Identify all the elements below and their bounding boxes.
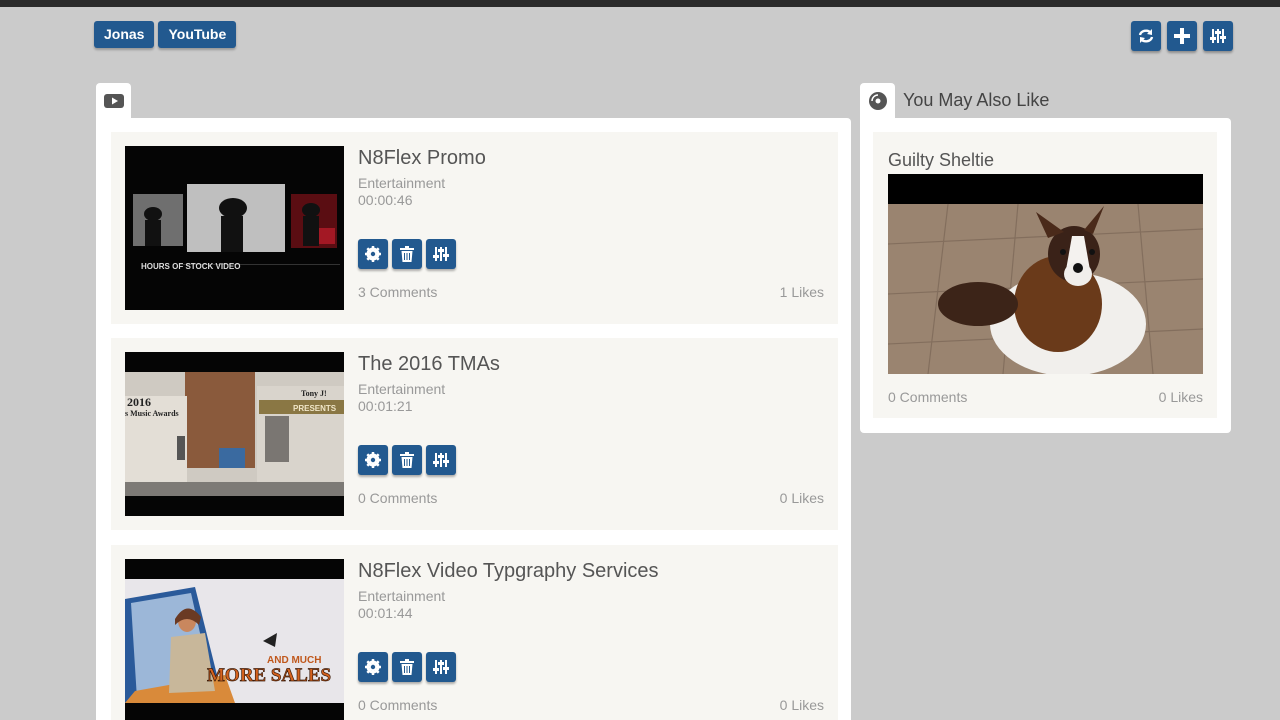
settings-button[interactable] [358, 652, 388, 682]
delete-button[interactable] [392, 239, 422, 269]
comments-count[interactable]: 0 Comments [358, 490, 437, 506]
sliders-icon [433, 453, 449, 467]
related-video-thumbnail[interactable] [888, 174, 1203, 374]
add-button[interactable] [1167, 21, 1197, 51]
video-actions [358, 652, 456, 682]
gear-icon [365, 452, 381, 468]
thumbnail-caption: HOURS OF STOCK VIDEO [141, 262, 240, 271]
disc-icon [868, 92, 887, 110]
video-card: 2016 s Music Awards Tony J! PRESENTS The… [111, 338, 838, 530]
video-duration: 00:01:44 [358, 605, 413, 621]
plus-icon [1174, 28, 1190, 44]
thumbnail-caption: MORE SALES [207, 665, 331, 686]
video-thumbnail[interactable]: HOURS OF STOCK VIDEO [125, 146, 344, 310]
adjust-button[interactable] [426, 239, 456, 269]
video-title[interactable]: N8Flex Promo [358, 147, 486, 170]
comments-count[interactable]: 3 Comments [358, 284, 437, 300]
related-panel-tab[interactable] [860, 83, 895, 119]
delete-button[interactable] [392, 445, 422, 475]
likes-count[interactable]: 1 Likes [780, 284, 824, 300]
likes-count[interactable]: 0 Likes [780, 490, 824, 506]
trash-icon [400, 659, 414, 675]
thumbnail-caption: s Music Awards [125, 409, 179, 418]
breadcrumb-jonas[interactable]: Jonas [94, 21, 155, 48]
adjust-button[interactable] [426, 445, 456, 475]
video-duration: 00:00:46 [358, 192, 413, 208]
thumbnail-caption: PRESENTS [293, 404, 337, 413]
video-thumbnail[interactable]: AND MUCH MORE SALES [125, 559, 344, 720]
videos-panel: HOURS OF STOCK VIDEO N8Flex Promo Entert… [96, 118, 851, 720]
video-thumbnail[interactable]: 2016 s Music Awards Tony J! PRESENTS [125, 352, 344, 516]
video-actions [358, 445, 456, 475]
comments-count[interactable]: 0 Comments [358, 697, 437, 713]
delete-button[interactable] [392, 652, 422, 682]
related-video-title[interactable]: Guilty Sheltie [888, 150, 994, 171]
gear-icon [365, 246, 381, 262]
gear-icon [365, 659, 381, 675]
trash-icon [400, 452, 414, 468]
filter-button[interactable] [1203, 21, 1233, 51]
video-category: Entertainment [358, 175, 446, 191]
refresh-icon [1138, 29, 1154, 43]
video-category: Entertainment [358, 381, 446, 397]
video-category: Entertainment [358, 588, 446, 604]
video-card: HOURS OF STOCK VIDEO N8Flex Promo Entert… [111, 132, 838, 324]
video-actions [358, 239, 456, 269]
thumbnail-caption: 2016 [127, 395, 151, 409]
video-duration: 00:01:21 [358, 398, 413, 414]
settings-button[interactable] [358, 239, 388, 269]
settings-button[interactable] [358, 445, 388, 475]
youtube-icon [103, 94, 124, 108]
breadcrumb-youtube[interactable]: YouTube [158, 21, 237, 48]
sliders-icon [1210, 29, 1226, 43]
related-likes-count[interactable]: 0 Likes [1159, 389, 1203, 405]
refresh-button[interactable] [1131, 21, 1161, 51]
likes-count[interactable]: 0 Likes [780, 697, 824, 713]
thumbnail-caption: Tony J! [301, 389, 327, 398]
video-title[interactable]: The 2016 TMAs [358, 353, 500, 376]
videos-panel-tab[interactable] [96, 83, 131, 119]
related-card: Guilty Sheltie 0 Comments 0 Likes [873, 132, 1217, 418]
related-title: You May Also Like [903, 90, 1050, 110]
video-card: AND MUCH MORE SALES N8Flex Video Typgrap… [111, 545, 838, 720]
trash-icon [400, 246, 414, 262]
related-comments-count[interactable]: 0 Comments [888, 389, 967, 405]
top-bar [0, 0, 1280, 7]
breadcrumb: Jonas YouTube [94, 21, 237, 48]
video-title[interactable]: N8Flex Video Typgraphy Services [358, 560, 659, 583]
adjust-button[interactable] [426, 652, 456, 682]
sliders-icon [433, 660, 449, 674]
sliders-icon [433, 247, 449, 261]
top-actions [1131, 21, 1233, 51]
